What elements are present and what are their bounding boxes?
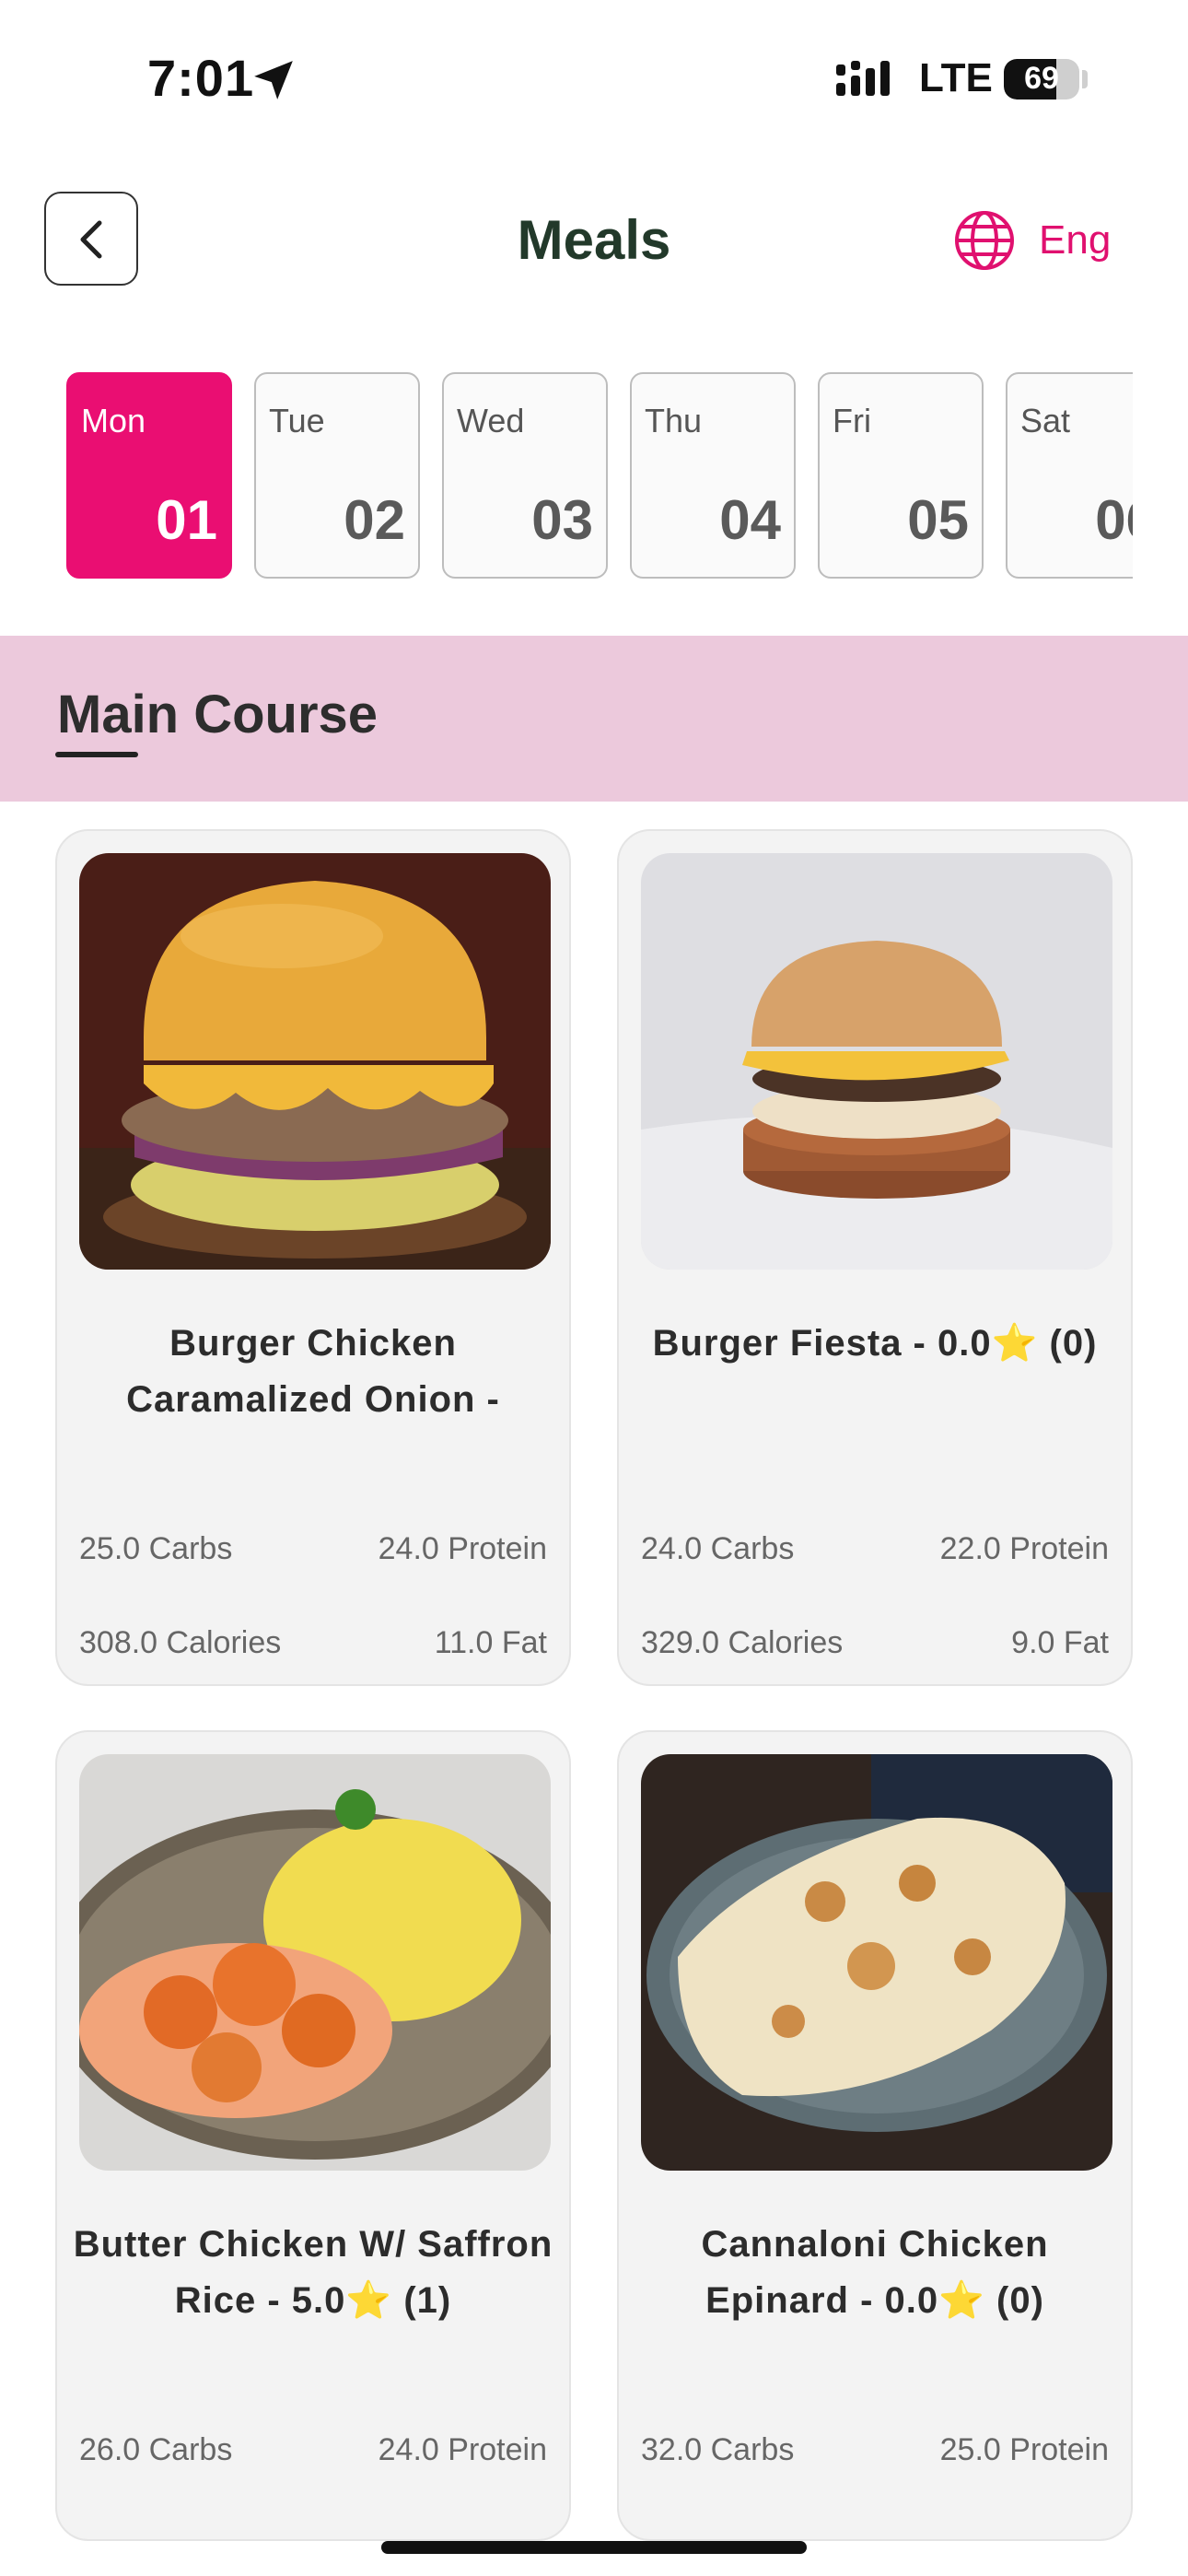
day-number: 05 [907,489,969,551]
day-tab-tue[interactable]: Tue 02 [254,372,420,579]
day-number: 06 [1095,489,1133,551]
meal-image-butter-chicken [79,1754,551,2171]
section-header: Main Course [0,636,1188,802]
meal-card[interactable]: Cannaloni Chicken Epinard - 0.0⭐ (0) 32.… [617,1730,1133,2541]
day-tab-wed[interactable]: Wed 03 [442,372,608,579]
meal-image-burger-chicken [79,853,551,1270]
day-name: Sat [1020,402,1071,439]
meal-fat: 11.0 Fat [434,1625,547,1660]
battery-icon: 69 [1004,59,1079,100]
section-underline [55,752,138,757]
signal-icon [836,61,890,96]
meal-carbs: 25.0 Carbs [79,1531,233,1566]
meal-name: Butter Chicken W/ Saffron Rice - 5.0⭐ (1… [73,2224,553,2321]
day-name: Fri [833,402,871,439]
meal-name: Cannaloni Chicken Epinard - 0.0⭐ (0) [701,2224,1049,2321]
day-tab-thu[interactable]: Thu 04 [630,372,796,579]
day-name: Tue [269,402,325,439]
day-tab-fri[interactable]: Fri 05 [818,372,984,579]
meal-image-burger-fiesta [641,853,1112,1270]
day-number: 03 [531,489,593,551]
day-number: 01 [156,489,217,551]
meal-card[interactable]: Butter Chicken W/ Saffron Rice - 5.0⭐ (1… [55,1730,571,2541]
network-label: LTE [919,55,993,100]
meal-protein: 22.0 Protein [939,1531,1109,1566]
day-tab-mon[interactable]: Mon 01 [66,372,232,579]
meal-protein: 24.0 Protein [378,1531,547,1566]
day-number: 04 [719,489,781,551]
meal-name: Burger Chicken Caramalized Onion - [126,1323,500,1420]
language-label: Eng [1039,217,1112,263]
status-bar: 7:01 LTE 69 [0,0,1188,157]
meal-protein: 24.0 Protein [378,2432,547,2467]
day-name: Wed [457,402,525,439]
meal-fat: 9.0 Fat [1011,1625,1109,1660]
day-number: 02 [344,489,405,551]
day-name: Thu [645,402,703,439]
location-arrow-icon [254,61,293,100]
meal-carbs: 32.0 Carbs [641,2432,795,2467]
meal-calories: 329.0 Calories [641,1625,844,1660]
meal-card[interactable]: Burger Chicken Caramalized Onion - 25.0 … [55,829,571,1686]
meal-calories: 308.0 Calories [79,1625,282,1660]
status-time: 7:01 [147,49,255,107]
battery-percent: 69 [1024,61,1059,96]
meal-card[interactable]: Burger Fiesta - 0.0⭐ (0) 24.0 Carbs 22.0… [617,829,1133,1686]
meal-protein: 25.0 Protein [939,2432,1109,2467]
meal-name: Burger Fiesta - 0.0⭐ (0) [652,1323,1098,1364]
meal-carbs: 24.0 Carbs [641,1531,795,1566]
meal-image-cannaloni [641,1754,1112,2171]
day-selector: Mon 01 Tue 02 Wed 03 Thu 04 Fri 05 Sat 06 [66,372,1133,582]
meal-carbs: 26.0 Carbs [79,2432,233,2467]
day-tab-sat[interactable]: Sat 06 [1006,372,1133,579]
battery-tip [1082,70,1088,88]
globe-icon [955,211,1014,270]
day-name: Mon [81,402,146,439]
section-title: Main Course [57,685,379,744]
home-indicator[interactable] [381,2541,807,2554]
